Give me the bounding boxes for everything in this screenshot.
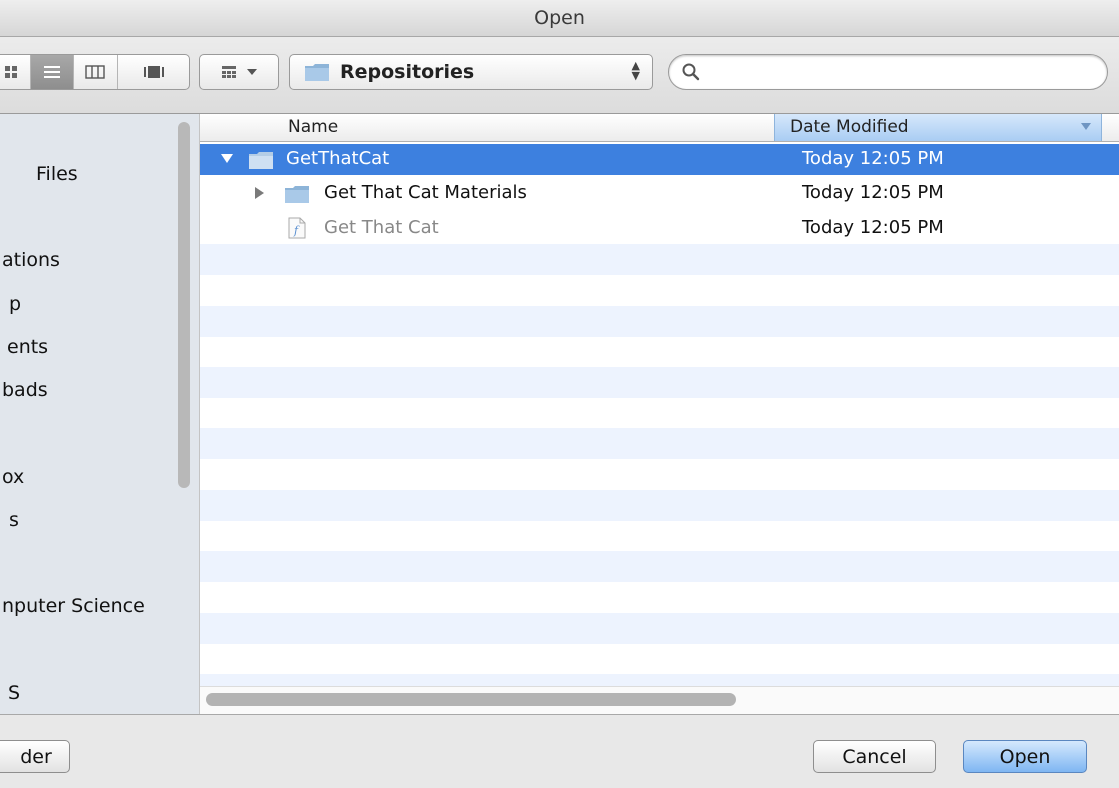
date-modified-column-label: Date Modified [790, 117, 909, 137]
sidebar-item[interactable]: S [8, 682, 20, 704]
sort-descending-icon [1081, 123, 1091, 130]
file-date: Today 12:05 PM [802, 148, 944, 169]
coverflow-view-icon [143, 66, 164, 78]
location-label: Repositories [340, 61, 475, 83]
row-stripe [200, 551, 1119, 582]
column-header: Name Date Modified [200, 114, 1119, 142]
sidebar-item[interactable]: bads [2, 379, 48, 401]
file-row[interactable]: f Get That Cat Today 12:05 PM [200, 213, 1119, 244]
cancel-button[interactable]: Cancel [813, 740, 936, 773]
horizontal-scroll-thumb[interactable] [206, 693, 736, 706]
row-stripe [200, 490, 1119, 521]
coverflow-view-button[interactable] [118, 55, 189, 89]
row-stripe [200, 428, 1119, 459]
row-stripe [200, 613, 1119, 644]
icon-view-icon [4, 66, 17, 78]
list-view-button[interactable] [31, 55, 74, 89]
open-button[interactable]: Open [963, 740, 1087, 773]
disclosure-triangle-open-icon[interactable] [221, 154, 233, 163]
folder-icon [285, 186, 309, 203]
column-view-icon [85, 65, 106, 79]
file-name: Get That Cat Materials [324, 182, 527, 203]
chevron-down-icon [247, 69, 257, 75]
sidebar-scrollbar[interactable] [178, 122, 190, 488]
file-list: Name Date Modified GetThatCat Today 12:0… [200, 114, 1119, 714]
view-mode-control [0, 54, 190, 90]
folder-icon [249, 152, 273, 169]
date-modified-column-header[interactable]: Date Modified [774, 114, 1102, 141]
icon-view-button[interactable] [0, 55, 32, 89]
sidebar: Files ations p ents bads ox s nputer Sci… [0, 114, 200, 714]
file-row[interactable]: GetThatCat Today 12:05 PM [200, 144, 1119, 175]
list-view-icon [44, 66, 61, 78]
file-date: Today 12:05 PM [802, 182, 944, 203]
disclosure-triangle-closed-icon[interactable] [255, 187, 264, 199]
search-icon [682, 63, 700, 81]
sidebar-item[interactable]: ents [7, 336, 48, 358]
arrange-button[interactable] [199, 54, 279, 90]
document-icon: f [288, 217, 306, 239]
row-stripe [200, 244, 1119, 275]
sidebar-item[interactable]: ox [2, 466, 24, 488]
grid-icon [222, 66, 236, 78]
file-date: Today 12:05 PM [802, 217, 944, 238]
folder-icon [305, 64, 329, 81]
file-name: Get That Cat [324, 217, 439, 238]
file-name: GetThatCat [286, 148, 390, 169]
search-field[interactable] [668, 54, 1108, 90]
location-popup[interactable]: Repositories ▲ ▼ [289, 54, 653, 90]
file-row[interactable]: Get That Cat Materials Today 12:05 PM [200, 178, 1119, 209]
sidebar-item[interactable]: Files [36, 163, 78, 185]
sidebar-item[interactable]: nputer Science [2, 595, 145, 617]
sidebar-item[interactable]: ations [2, 249, 60, 271]
new-folder-button[interactable]: der [0, 740, 70, 773]
column-view-button[interactable] [74, 55, 119, 89]
name-column-header[interactable]: Name [288, 117, 338, 137]
sidebar-item[interactable]: p [9, 293, 21, 315]
row-stripe [200, 306, 1119, 337]
sidebar-item[interactable]: s [9, 509, 19, 531]
row-stripe [200, 367, 1119, 398]
toolbar: Repositories ▲ ▼ [0, 37, 1119, 114]
popup-arrows-icon: ▲ ▼ [631, 59, 640, 82]
dialog-footer: der Cancel Open [0, 714, 1119, 788]
window-title: Open [0, 0, 1119, 37]
